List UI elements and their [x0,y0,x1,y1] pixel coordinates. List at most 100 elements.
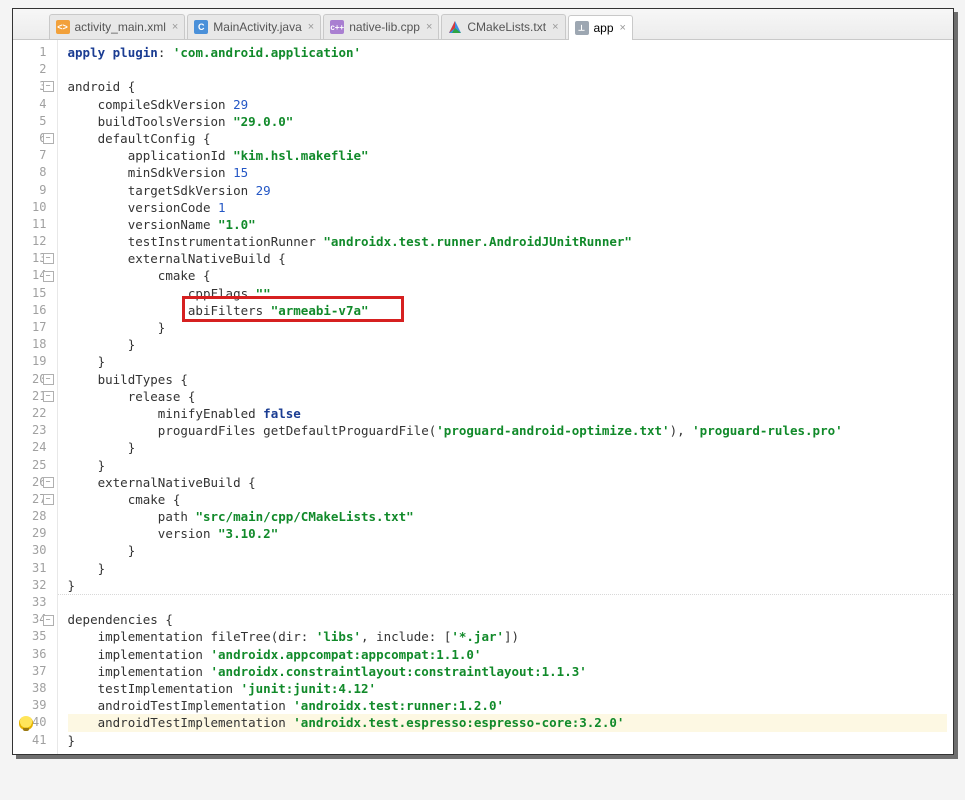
tab-label: native-lib.cpp [349,20,420,34]
editor-tab-app[interactable]: ⟂app× [568,15,633,40]
code-line-16[interactable]: abiFilters "armeabi-v7a" [68,302,947,319]
code-line-14[interactable]: cmake { [68,267,947,284]
token: defaultConfig { [68,131,211,146]
fold-toggle-icon[interactable]: − [43,133,54,144]
token: android { [68,79,136,94]
code-line-27[interactable]: cmake { [68,491,947,508]
token: minifyEnabled [68,406,264,421]
close-tab-icon[interactable]: × [552,21,558,33]
tab-label: activity_main.xml [75,20,166,34]
editor-tab-activity-main-xml[interactable]: <>activity_main.xml× [49,14,186,39]
code-line-35[interactable]: implementation fileTree(dir: 'libs', inc… [68,628,947,645]
token: } [68,543,136,558]
code-line-1[interactable]: apply plugin: 'com.android.application' [68,44,947,61]
code-line-11[interactable]: versionName "1.0" [68,216,947,233]
code-editor: 1234567891011121314151617181920212223242… [13,40,953,754]
gradle-file-icon: ⟂ [575,21,589,35]
code-line-20[interactable]: buildTypes { [68,371,947,388]
code-line-34[interactable]: dependencies { [68,611,947,628]
token: plugin [113,45,158,60]
token: "armeabi-v7a" [271,303,369,318]
token: path [68,509,196,524]
token: 'proguard-android-optimize.txt' [436,423,669,438]
fold-toggle-icon[interactable]: − [43,494,54,505]
fold-toggle-icon[interactable]: − [43,477,54,488]
code-line-18[interactable]: } [68,336,947,353]
token: '*.jar' [451,629,504,644]
fold-toggle-icon[interactable]: − [43,81,54,92]
code-line-25[interactable]: } [68,457,947,474]
editor-tab-cmakelists-txt[interactable]: CMakeLists.txt× [441,14,565,39]
code-line-5[interactable]: buildToolsVersion "29.0.0" [68,113,947,130]
code-line-39[interactable]: androidTestImplementation 'androidx.test… [68,697,947,714]
code-line-31[interactable]: } [68,560,947,577]
token: "src/main/cpp/CMakeLists.txt" [195,509,413,524]
code-line-33[interactable] [68,594,947,611]
code-line-23[interactable]: proguardFiles getDefaultProguardFile('pr… [68,422,947,439]
fold-toggle-icon[interactable]: − [43,271,54,282]
code-line-40[interactable]: androidTestImplementation 'androidx.test… [68,714,947,731]
code-line-3[interactable]: android { [68,78,947,95]
code-line-6[interactable]: defaultConfig { [68,130,947,147]
code-line-32[interactable]: } [68,577,947,594]
token: } [68,733,76,748]
lightbulb-icon[interactable] [19,716,33,730]
close-tab-icon[interactable]: × [620,22,626,34]
token: versionName [68,217,219,232]
code-line-7[interactable]: applicationId "kim.hsl.makeflie" [68,147,947,164]
code-area[interactable]: apply plugin: 'com.android.application' a… [58,40,953,754]
code-line-24[interactable]: } [68,439,947,456]
token: 'com.android.application' [173,45,361,60]
code-line-13[interactable]: externalNativeBuild { [68,250,947,267]
token: 'androidx.test:runner:1.2.0' [293,698,504,713]
code-line-22[interactable]: minifyEnabled false [68,405,947,422]
code-line-41[interactable]: } [68,732,947,749]
token: 'proguard-rules.pro' [692,423,843,438]
close-tab-icon[interactable]: × [426,21,432,33]
token: ), [670,423,693,438]
token: 29 [256,183,271,198]
token: "29.0.0" [233,114,293,129]
code-line-21[interactable]: release { [68,388,947,405]
code-line-17[interactable]: } [68,319,947,336]
code-line-30[interactable]: } [68,542,947,559]
fold-toggle-icon[interactable]: − [43,374,54,385]
code-line-37[interactable]: implementation 'androidx.constraintlayou… [68,663,947,680]
code-line-9[interactable]: targetSdkVersion 29 [68,182,947,199]
code-line-8[interactable]: minSdkVersion 15 [68,164,947,181]
token: "kim.hsl.makeflie" [233,148,368,163]
code-line-29[interactable]: version "3.10.2" [68,525,947,542]
code-line-28[interactable]: path "src/main/cpp/CMakeLists.txt" [68,508,947,525]
code-line-4[interactable]: compileSdkVersion 29 [68,96,947,113]
code-line-36[interactable]: implementation 'androidx.appcompat:appco… [68,646,947,663]
token: } [68,578,76,593]
token: "androidx.test.runner.AndroidJUnitRunner… [323,234,632,249]
token: implementation fileTree( [68,629,279,644]
token: 'androidx.constraintlayout:constraintlay… [211,664,587,679]
code-line-15[interactable]: cppFlags "" [68,285,947,302]
code-line-12[interactable]: testInstrumentationRunner "androidx.test… [68,233,947,250]
editor-tab-native-lib-cpp[interactable]: c++native-lib.cpp× [323,14,439,39]
code-line-38[interactable]: testImplementation 'junit:junit:4.12' [68,680,947,697]
token: version [68,526,219,541]
token: } [68,337,136,352]
token: testImplementation [68,681,241,696]
code-line-26[interactable]: externalNativeBuild { [68,474,947,491]
fold-toggle-icon[interactable]: − [43,253,54,264]
fold-toggle-icon[interactable]: − [43,615,54,626]
close-tab-icon[interactable]: × [308,21,314,33]
token: cppFlags [68,286,256,301]
editor-tab-mainactivity-java[interactable]: CMainActivity.java× [187,14,321,39]
token: : [158,45,173,60]
token: 'libs' [316,629,361,644]
token: proguardFiles getDefaultProguardFile( [68,423,437,438]
cmake-file-icon [448,20,462,34]
token: } [68,354,106,369]
token: } [68,320,166,335]
token: externalNativeBuild { [68,475,256,490]
code-line-2[interactable] [68,61,947,78]
close-tab-icon[interactable]: × [172,21,178,33]
code-line-10[interactable]: versionCode 1 [68,199,947,216]
fold-toggle-icon[interactable]: − [43,391,54,402]
code-line-19[interactable]: } [68,353,947,370]
